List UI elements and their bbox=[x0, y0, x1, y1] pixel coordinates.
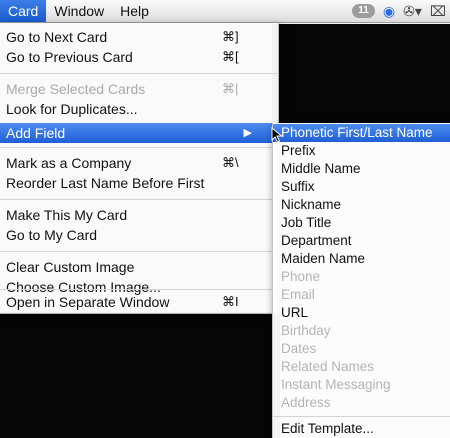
menu-item-label: Merge Selected Cards bbox=[6, 81, 146, 97]
submenu-arrow-icon: ▶ bbox=[243, 127, 252, 139]
submenu-item-label: Instant Messaging bbox=[281, 377, 391, 392]
submenu-item-birthday[interactable]: Birthday bbox=[273, 322, 450, 340]
submenu-item-maiden-name[interactable]: Maiden Name bbox=[273, 250, 450, 268]
display-icon[interactable]: ⌧ bbox=[430, 3, 446, 20]
shortcut-label: ⌘\ bbox=[222, 155, 239, 170]
background-window-dark bbox=[272, 24, 450, 124]
submenu-item-edit-template[interactable]: Edit Template... bbox=[273, 420, 450, 438]
menu-item-go-to-my-card[interactable]: Go to My Card bbox=[0, 225, 278, 245]
menu-card[interactable]: Card bbox=[0, 0, 47, 22]
submenu-item-label: Dates bbox=[281, 341, 317, 356]
notification-badge[interactable]: 11 bbox=[352, 4, 375, 18]
menu-item-label: Mark as a Company bbox=[6, 155, 132, 171]
submenu-item-url[interactable]: URL bbox=[273, 304, 450, 322]
submenu-item-label: Job Title bbox=[281, 215, 332, 230]
submenu-item-label: Phonetic First/Last Name bbox=[281, 125, 433, 140]
submenu-item-label: Address bbox=[281, 395, 331, 410]
menu-item-mark-as-company[interactable]: Mark as a Company ⌘\ bbox=[0, 153, 278, 173]
menu-window[interactable]: Window bbox=[46, 0, 112, 22]
activity-icon[interactable]: ◉ bbox=[383, 3, 395, 20]
submenu-item-label: Edit Template... bbox=[281, 421, 374, 436]
submenu-item-phone[interactable]: Phone bbox=[273, 268, 450, 286]
submenu-item-label: Related Names bbox=[281, 359, 375, 374]
menu-item-label: Go to Previous Card bbox=[6, 49, 133, 65]
submenu-item-prefix[interactable]: Prefix bbox=[273, 142, 450, 160]
shortcut-label: ⌘| bbox=[222, 81, 239, 96]
menu-item-label: Go to Next Card bbox=[6, 29, 108, 45]
menu-item-go-to-next-card[interactable]: Go to Next Card ⌘] bbox=[0, 27, 278, 47]
menu-separator bbox=[273, 416, 450, 417]
submenu-item-department[interactable]: Department bbox=[273, 232, 450, 250]
submenu-item-label: Phone bbox=[281, 269, 321, 284]
menu-separator bbox=[0, 251, 278, 252]
submenu-item-phonetic-name[interactable]: Phonetic First/Last Name bbox=[273, 124, 450, 142]
mouse-pointer-icon bbox=[271, 127, 283, 143]
card-menu: Go to Next Card ⌘] Go to Previous Card ⌘… bbox=[0, 23, 279, 314]
status-area: 11 ◉ ✇▾ ⌧ bbox=[352, 0, 446, 22]
menu-separator bbox=[0, 147, 278, 148]
menu-separator bbox=[0, 199, 278, 200]
submenu-item-middle-name[interactable]: Middle Name bbox=[273, 160, 450, 178]
menu-help[interactable]: Help bbox=[112, 0, 157, 22]
menu-item-make-this-my-card[interactable]: Make This My Card bbox=[0, 205, 278, 225]
submenu-item-suffix[interactable]: Suffix bbox=[273, 178, 450, 196]
submenu-item-label: Department bbox=[281, 233, 352, 248]
menu-item-label: Go to My Card bbox=[6, 227, 98, 243]
submenu-item-address[interactable]: Address bbox=[273, 394, 450, 412]
menu-item-label: Clear Custom Image bbox=[6, 259, 135, 275]
menu-item-merge-selected-cards[interactable]: Merge Selected Cards ⌘| bbox=[0, 79, 278, 99]
submenu-item-label: Email bbox=[281, 287, 315, 302]
submenu-item-nickname[interactable]: Nickname bbox=[273, 196, 450, 214]
menu-item-clear-custom-image[interactable]: Clear Custom Image bbox=[0, 257, 278, 277]
menu-item-label: Make This My Card bbox=[6, 207, 128, 223]
menu-item-reorder-last-name[interactable]: Reorder Last Name Before First bbox=[0, 173, 278, 193]
submenu-item-related-names[interactable]: Related Names bbox=[273, 358, 450, 376]
shortcut-label: ⌘I bbox=[222, 294, 239, 309]
submenu-item-label: URL bbox=[281, 305, 309, 320]
submenu-item-label: Suffix bbox=[281, 179, 315, 194]
submenu-item-instant-messaging[interactable]: Instant Messaging bbox=[273, 376, 450, 394]
submenu-item-email[interactable]: Email bbox=[273, 286, 450, 304]
menu-item-add-field[interactable]: Add Field ▶ bbox=[0, 123, 278, 143]
menu-item-go-to-previous-card[interactable]: Go to Previous Card ⌘[ bbox=[0, 47, 278, 67]
menu-item-label: Reorder Last Name Before First bbox=[6, 175, 205, 191]
menu-item-label: Look for Duplicates... bbox=[6, 101, 138, 117]
menu-item-label: Open in Separate Window bbox=[6, 294, 170, 310]
submenu-item-label: Nickname bbox=[281, 197, 342, 212]
menu-item-label: Add Field bbox=[6, 125, 66, 141]
submenu-item-label: Birthday bbox=[281, 323, 331, 338]
submenu-item-dates[interactable]: Dates bbox=[273, 340, 450, 358]
shortcut-label: ⌘] bbox=[222, 29, 239, 44]
menu-separator bbox=[0, 73, 278, 74]
add-field-submenu: Phonetic First/Last Name Prefix Middle N… bbox=[272, 123, 450, 438]
menu-item-open-in-separate-window[interactable]: Open in Separate Window ⌘I bbox=[0, 289, 278, 310]
submenu-item-label: Maiden Name bbox=[281, 251, 366, 266]
submenu-item-job-title[interactable]: Job Title bbox=[273, 214, 450, 232]
menu-bar: Card Window Help 11 ◉ ✇▾ ⌧ bbox=[0, 0, 450, 23]
bluetooth-icon[interactable]: ✇▾ bbox=[403, 3, 422, 20]
menu-item-look-for-duplicates[interactable]: Look for Duplicates... bbox=[0, 99, 278, 119]
submenu-item-label: Middle Name bbox=[281, 161, 361, 176]
submenu-item-label: Prefix bbox=[281, 143, 316, 158]
background-window-dark-bottom bbox=[0, 312, 280, 438]
shortcut-label: ⌘[ bbox=[222, 49, 239, 64]
